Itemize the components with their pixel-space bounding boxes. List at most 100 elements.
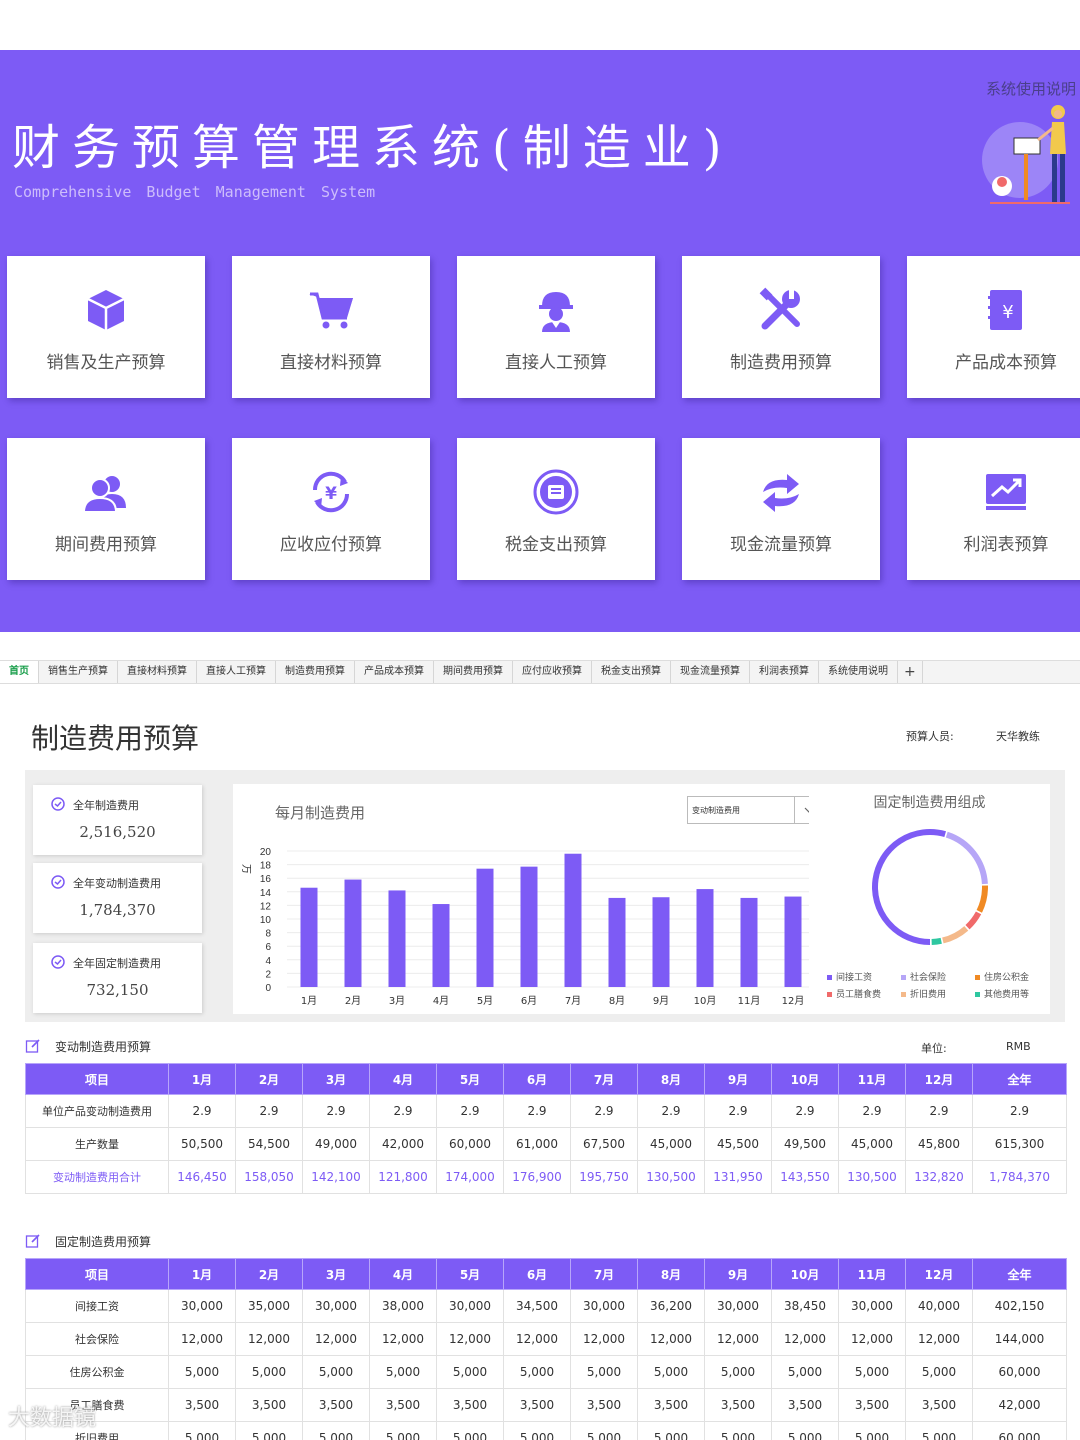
table-cell[interactable]: 2.9 bbox=[838, 1094, 906, 1128]
table-cell[interactable]: 5,000 bbox=[436, 1355, 504, 1389]
add-sheet-button[interactable]: + bbox=[898, 661, 923, 683]
tab-period-expense[interactable]: 期间费用预算 bbox=[434, 661, 513, 683]
table-cell[interactable]: 176,900 bbox=[503, 1160, 571, 1194]
table-cell[interactable]: 12,000 bbox=[838, 1322, 906, 1356]
table-cell[interactable]: 12,000 bbox=[771, 1322, 839, 1356]
table-cell[interactable]: 5,000 bbox=[905, 1421, 973, 1440]
tile-income-statement[interactable]: 利润表预算 bbox=[907, 438, 1080, 580]
expense-type-select[interactable]: 变动制造费用 bbox=[687, 796, 823, 824]
table-cell[interactable]: 45,500 bbox=[704, 1127, 772, 1161]
table-cell[interactable]: 143,550 bbox=[771, 1160, 839, 1194]
table-cell[interactable]: 5,000 bbox=[302, 1355, 370, 1389]
table-cell[interactable]: 67,500 bbox=[570, 1127, 638, 1161]
table-cell[interactable]: 12,000 bbox=[637, 1322, 705, 1356]
table-cell[interactable]: 3,500 bbox=[637, 1388, 705, 1422]
table-cell[interactable]: 60,000 bbox=[436, 1127, 504, 1161]
table-cell[interactable]: 42,000 bbox=[972, 1388, 1067, 1422]
table-cell[interactable]: 2.9 bbox=[168, 1094, 236, 1128]
table-cell[interactable]: 12,000 bbox=[570, 1322, 638, 1356]
row-label-cell[interactable]: 住房公积金 bbox=[25, 1355, 169, 1389]
table-cell[interactable]: 38,450 bbox=[771, 1289, 839, 1323]
table-cell[interactable]: 12,000 bbox=[503, 1322, 571, 1356]
table-cell[interactable]: 30,000 bbox=[436, 1289, 504, 1323]
table-cell[interactable]: 3,500 bbox=[771, 1388, 839, 1422]
tab-direct-material[interactable]: 直接材料预算 bbox=[118, 661, 197, 683]
row-label-cell[interactable]: 单位产品变动制造费用 bbox=[25, 1094, 169, 1128]
tile-tax-expenditure[interactable]: 税金支出预算 bbox=[457, 438, 655, 580]
table-cell[interactable]: 45,800 bbox=[905, 1127, 973, 1161]
tab-product-cost[interactable]: 产品成本预算 bbox=[355, 661, 434, 683]
table-cell[interactable]: 42,000 bbox=[369, 1127, 437, 1161]
table-cell[interactable]: 5,000 bbox=[637, 1421, 705, 1440]
table-cell[interactable]: 12,000 bbox=[704, 1322, 772, 1356]
tile-sales-production[interactable]: 销售及生产预算 bbox=[7, 256, 205, 398]
table-cell[interactable]: 5,000 bbox=[235, 1421, 303, 1440]
table-cell[interactable]: 2.9 bbox=[905, 1094, 973, 1128]
tile-direct-material[interactable]: 直接材料预算 bbox=[232, 256, 430, 398]
tab-direct-labor[interactable]: 直接人工预算 bbox=[197, 661, 276, 683]
table-cell[interactable]: 40,000 bbox=[905, 1289, 973, 1323]
table-cell[interactable]: 2.9 bbox=[637, 1094, 705, 1128]
table-cell[interactable]: 30,000 bbox=[302, 1289, 370, 1323]
table-cell[interactable]: 2.9 bbox=[302, 1094, 370, 1128]
table-cell[interactable]: 30,000 bbox=[168, 1289, 236, 1323]
table-cell[interactable]: 12,000 bbox=[235, 1322, 303, 1356]
table-cell[interactable]: 5,000 bbox=[905, 1355, 973, 1389]
tile-period-expense[interactable]: 期间费用预算 bbox=[7, 438, 205, 580]
table-cell[interactable]: 5,000 bbox=[838, 1421, 906, 1440]
table-cell[interactable]: 5,000 bbox=[436, 1421, 504, 1440]
table-cell[interactable]: 61,000 bbox=[503, 1127, 571, 1161]
table-cell[interactable]: 1,784,370 bbox=[972, 1160, 1067, 1194]
table-cell[interactable]: 142,100 bbox=[302, 1160, 370, 1194]
table-cell[interactable]: 3,500 bbox=[302, 1388, 370, 1422]
tab-income-statement[interactable]: 利润表预算 bbox=[750, 661, 819, 683]
table-cell[interactable]: 12,000 bbox=[302, 1322, 370, 1356]
table-cell[interactable]: 45,000 bbox=[637, 1127, 705, 1161]
table-cell[interactable]: 5,000 bbox=[503, 1355, 571, 1389]
help-link[interactable]: 系统使用说明 bbox=[986, 78, 1076, 99]
table-cell[interactable]: 30,000 bbox=[838, 1289, 906, 1323]
table-cell[interactable]: 49,000 bbox=[302, 1127, 370, 1161]
table-cell[interactable]: 34,500 bbox=[503, 1289, 571, 1323]
table-cell[interactable]: 195,750 bbox=[570, 1160, 638, 1194]
tab-home[interactable]: 首页 bbox=[0, 661, 39, 683]
tab-sales-production[interactable]: 销售生产预算 bbox=[39, 661, 118, 683]
table-cell[interactable]: 3,500 bbox=[570, 1388, 638, 1422]
table-cell[interactable]: 5,000 bbox=[704, 1421, 772, 1440]
table-cell[interactable]: 12,000 bbox=[168, 1322, 236, 1356]
tile-cash-flow[interactable]: 现金流量预算 bbox=[682, 438, 880, 580]
table-cell[interactable]: 144,000 bbox=[972, 1322, 1067, 1356]
tab-manufacturing-overhead[interactable]: 制造费用预算 bbox=[276, 661, 355, 683]
table-cell[interactable]: 5,000 bbox=[771, 1421, 839, 1440]
tile-direct-labor[interactable]: 直接人工预算 bbox=[457, 256, 655, 398]
tab-help[interactable]: 系统使用说明 bbox=[819, 661, 898, 683]
row-label-cell[interactable]: 生产数量 bbox=[25, 1127, 169, 1161]
table-cell[interactable]: 2.9 bbox=[570, 1094, 638, 1128]
table-cell[interactable]: 35,000 bbox=[235, 1289, 303, 1323]
tab-payable-receivable[interactable]: 应付应收预算 bbox=[513, 661, 592, 683]
row-label-cell[interactable]: 变动制造费用合计 bbox=[25, 1160, 169, 1194]
table-cell[interactable]: 2.9 bbox=[704, 1094, 772, 1128]
table-cell[interactable]: 45,000 bbox=[838, 1127, 906, 1161]
table-cell[interactable]: 60,000 bbox=[972, 1355, 1067, 1389]
table-cell[interactable]: 5,000 bbox=[369, 1421, 437, 1440]
table-cell[interactable]: 5,000 bbox=[168, 1421, 236, 1440]
table-cell[interactable]: 158,050 bbox=[235, 1160, 303, 1194]
table-cell[interactable]: 5,000 bbox=[570, 1421, 638, 1440]
table-cell[interactable]: 38,000 bbox=[369, 1289, 437, 1323]
table-cell[interactable]: 5,000 bbox=[168, 1355, 236, 1389]
table-cell[interactable]: 5,000 bbox=[369, 1355, 437, 1389]
row-label-cell[interactable]: 间接工资 bbox=[25, 1289, 169, 1323]
table-cell[interactable]: 5,000 bbox=[771, 1355, 839, 1389]
table-cell[interactable]: 54,500 bbox=[235, 1127, 303, 1161]
table-cell[interactable]: 2.9 bbox=[369, 1094, 437, 1128]
table-cell[interactable]: 2.9 bbox=[771, 1094, 839, 1128]
table-cell[interactable]: 132,820 bbox=[905, 1160, 973, 1194]
table-cell[interactable]: 2.9 bbox=[972, 1094, 1067, 1128]
table-cell[interactable]: 130,500 bbox=[637, 1160, 705, 1194]
table-cell[interactable]: 146,450 bbox=[168, 1160, 236, 1194]
table-cell[interactable]: 3,500 bbox=[704, 1388, 772, 1422]
table-cell[interactable]: 12,000 bbox=[905, 1322, 973, 1356]
tile-manufacturing-overhead[interactable]: 制造费用预算 bbox=[682, 256, 880, 398]
table-cell[interactable]: 30,000 bbox=[570, 1289, 638, 1323]
